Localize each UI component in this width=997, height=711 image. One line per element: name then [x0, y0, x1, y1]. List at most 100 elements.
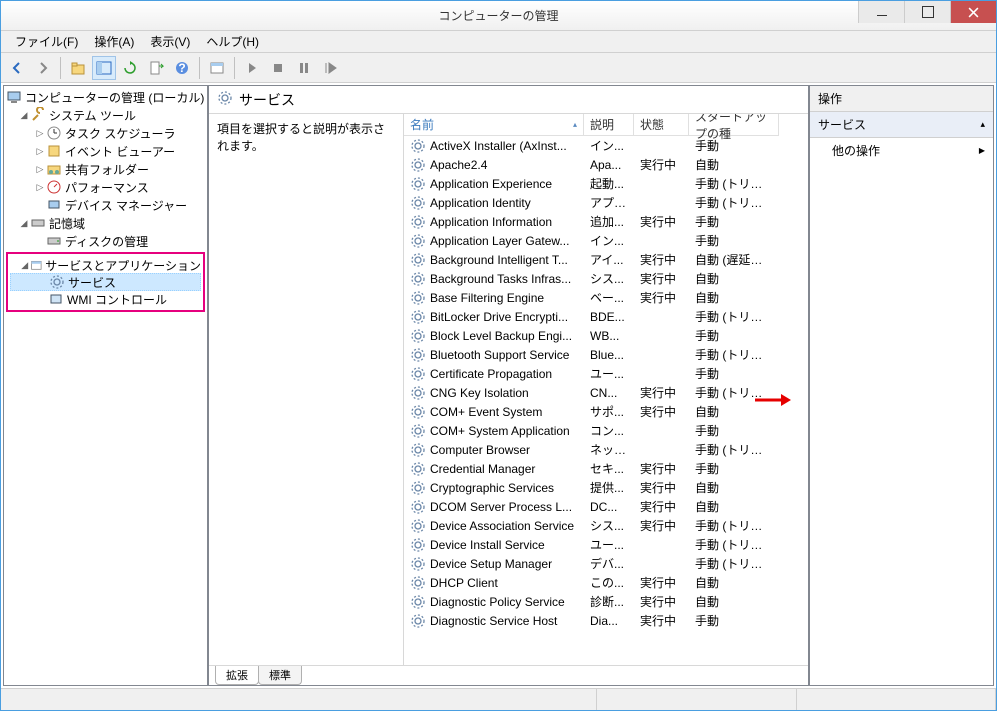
actions-other[interactable]: 他の操作 ▶: [810, 138, 993, 163]
services-list[interactable]: ActiveX Installer (AxInst...イン...手動Apach…: [404, 136, 808, 665]
actions-services-section[interactable]: サービス ▴: [810, 112, 993, 138]
clock-icon: [46, 125, 62, 141]
menu-bar: ファイル(F) 操作(A) 表示(V) ヘルプ(H): [1, 31, 996, 53]
service-row[interactable]: Application Experience起動...手動 (トリガー開: [404, 174, 808, 193]
service-row[interactable]: Diagnostic Policy Service診断...実行中自動: [404, 592, 808, 611]
up-button[interactable]: [66, 56, 90, 80]
tree-panel: コンピューターの管理 (ローカル) ◢ システム ツール ▷ タスク スケジュー…: [3, 85, 208, 686]
collapse-icon: ▴: [980, 119, 985, 130]
help-button[interactable]: ?: [170, 56, 194, 80]
tab-standard[interactable]: 標準: [258, 666, 302, 685]
actions-panel: 操作 サービス ▴ 他の操作 ▶: [809, 85, 994, 686]
refresh-button[interactable]: [118, 56, 142, 80]
gear-icon: [217, 90, 233, 109]
computer-icon: [6, 89, 22, 105]
service-row[interactable]: Device Association Serviceシス...実行中手動 (トリ…: [404, 516, 808, 535]
tree-event[interactable]: ▷ イベント ビューアー: [4, 142, 207, 160]
service-row[interactable]: Apache2.4Apa...実行中自動: [404, 155, 808, 174]
menu-help[interactable]: ヘルプ(H): [198, 30, 267, 53]
center-title: サービス: [239, 90, 295, 110]
col-desc[interactable]: 説明: [584, 114, 634, 136]
event-icon: [46, 143, 62, 159]
service-row[interactable]: ActiveX Installer (AxInst...イン...手動: [404, 136, 808, 155]
close-button[interactable]: [950, 1, 996, 23]
minimize-button[interactable]: [858, 1, 904, 23]
export-button[interactable]: [144, 56, 168, 80]
service-row[interactable]: Device Setup Managerデバ...手動 (トリガー開: [404, 554, 808, 573]
expand-icon[interactable]: ▷: [34, 182, 46, 193]
submenu-icon: ▶: [979, 146, 985, 155]
col-status[interactable]: 状態: [634, 114, 689, 136]
play-button[interactable]: [240, 56, 264, 80]
service-row[interactable]: Cryptographic Services提供...実行中自動: [404, 478, 808, 497]
device-icon: [46, 197, 62, 213]
tree-storage[interactable]: ◢ 記憶域: [4, 214, 207, 232]
tree-servapp[interactable]: ◢ サービスとアプリケーション: [10, 256, 201, 274]
tree-services[interactable]: サービス: [10, 273, 201, 291]
menu-action[interactable]: 操作(A): [86, 30, 142, 53]
window-title: コンピューターの管理: [438, 7, 558, 24]
service-row[interactable]: Background Intelligent T...アイ...実行中自動 (遅…: [404, 250, 808, 269]
service-row[interactable]: Credential Managerセキ...実行中手動: [404, 459, 808, 478]
tree-shared[interactable]: ▷ 共有フォルダー: [4, 160, 207, 178]
tree-perf[interactable]: ▷ パフォーマンス: [4, 178, 207, 196]
tree-root[interactable]: コンピューターの管理 (ローカル): [4, 88, 207, 106]
sort-asc-icon: ▴: [573, 120, 577, 129]
service-row[interactable]: COM+ System Applicationコン...手動: [404, 421, 808, 440]
forward-button[interactable]: [31, 56, 55, 80]
service-row[interactable]: Diagnostic Service HostDia...実行中手動: [404, 611, 808, 630]
wmi-icon: [48, 291, 64, 307]
service-row[interactable]: DCOM Server Process L...DC...実行中自動: [404, 497, 808, 516]
col-name[interactable]: 名前▴: [404, 114, 584, 136]
pause-button[interactable]: [292, 56, 316, 80]
service-row[interactable]: Device Install Serviceユー...手動 (トリガー開: [404, 535, 808, 554]
shared-icon: [46, 161, 62, 177]
col-startup[interactable]: スタートアップの種: [689, 114, 779, 136]
properties-button[interactable]: [205, 56, 229, 80]
tab-extended[interactable]: 拡張: [215, 666, 259, 685]
expand-icon[interactable]: ▷: [34, 146, 46, 157]
service-row[interactable]: Computer Browserネット...手動 (トリガー開: [404, 440, 808, 459]
svg-text:?: ?: [178, 61, 185, 75]
perf-icon: [46, 179, 62, 195]
expand-icon[interactable]: ▷: [34, 128, 46, 139]
tools-icon: [30, 107, 46, 123]
collapse-icon[interactable]: ◢: [18, 218, 30, 229]
restart-button[interactable]: [318, 56, 342, 80]
service-row[interactable]: Base Filtering Engineベー...実行中自動: [404, 288, 808, 307]
toolbar: ?: [1, 53, 996, 83]
tree-device[interactable]: デバイス マネージャー: [4, 196, 207, 214]
expand-icon[interactable]: ▷: [34, 164, 46, 175]
tree-systools[interactable]: ◢ システム ツール: [4, 106, 207, 124]
menu-file[interactable]: ファイル(F): [7, 30, 86, 53]
show-tree-button[interactable]: [92, 56, 116, 80]
menu-view[interactable]: 表示(V): [142, 30, 198, 53]
servapp-icon: [30, 257, 43, 273]
service-row[interactable]: Application Information追加...実行中手動: [404, 212, 808, 231]
service-row[interactable]: CNG Key IsolationCN...実行中手動 (トリガー開: [404, 383, 808, 402]
storage-icon: [30, 215, 46, 231]
gear-icon: [49, 274, 65, 290]
service-row[interactable]: Application Layer Gatew...イン...手動: [404, 231, 808, 250]
back-button[interactable]: [5, 56, 29, 80]
tree-wmi[interactable]: WMI コントロール: [10, 290, 201, 308]
service-row[interactable]: BitLocker Drive Encrypti...BDE...手動 (トリガ…: [404, 307, 808, 326]
collapse-icon[interactable]: ◢: [20, 260, 30, 271]
description-column: 項目を選択すると説明が表示されます。: [209, 114, 404, 665]
service-row[interactable]: Bluetooth Support ServiceBlue...手動 (トリガー…: [404, 345, 808, 364]
service-row[interactable]: Certificate Propagationユー...手動: [404, 364, 808, 383]
service-row[interactable]: DHCP Clientこの...実行中自動: [404, 573, 808, 592]
title-bar: コンピューターの管理: [1, 1, 996, 31]
maximize-button[interactable]: [904, 1, 950, 23]
stop-button[interactable]: [266, 56, 290, 80]
disk-icon: [46, 233, 62, 249]
tree-task[interactable]: ▷ タスク スケジューラ: [4, 124, 207, 142]
service-row[interactable]: COM+ Event Systemサポ...実行中自動: [404, 402, 808, 421]
service-row[interactable]: Block Level Backup Engi...WB...手動: [404, 326, 808, 345]
center-panel: サービス 項目を選択すると説明が表示されます。 名前▴ 説明 状態 スタートアッ…: [208, 85, 809, 686]
service-row[interactable]: Background Tasks Infras...シス...実行中自動: [404, 269, 808, 288]
tree-disk[interactable]: ディスクの管理: [4, 232, 207, 250]
collapse-icon[interactable]: ◢: [18, 110, 30, 121]
service-row[interactable]: Application Identityアプリ...手動 (トリガー開: [404, 193, 808, 212]
center-header: サービス: [209, 86, 808, 114]
